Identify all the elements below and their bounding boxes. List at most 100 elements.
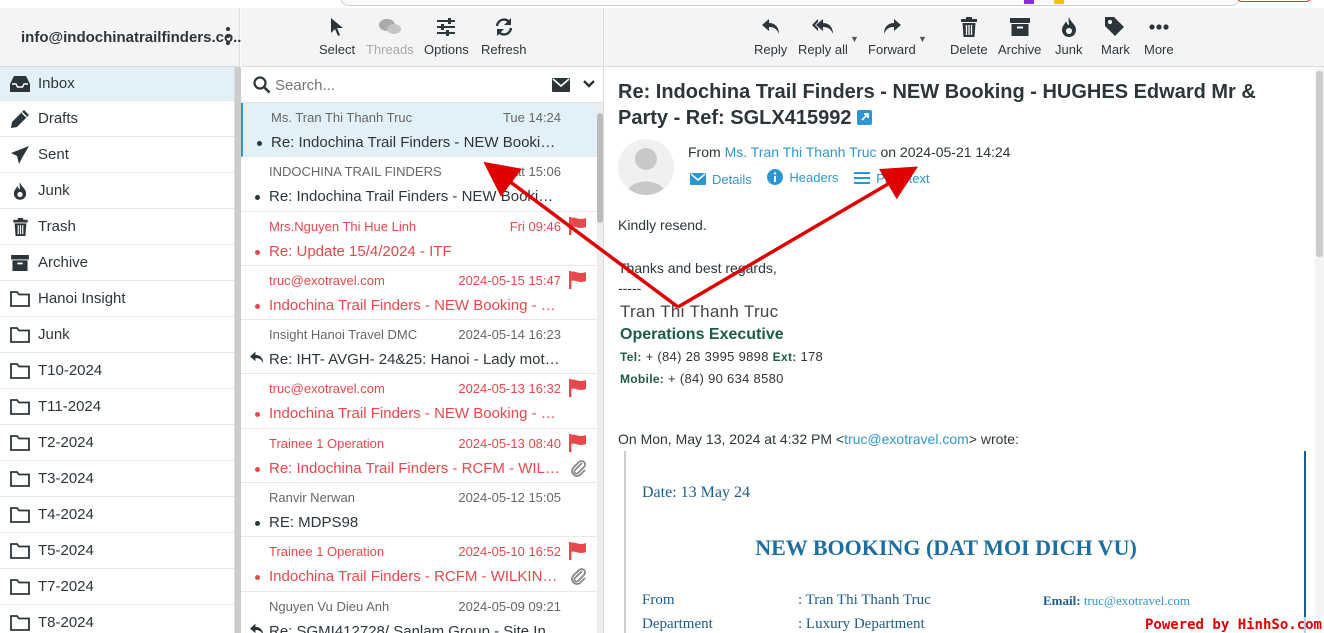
junk-button[interactable]: Junk	[1055, 16, 1082, 57]
flag-icon[interactable]	[569, 433, 587, 455]
folder-item[interactable]: Trash	[0, 209, 234, 245]
refresh-label: Refresh	[481, 42, 527, 57]
message-row[interactable]: INDOCHINA TRAIL FINDERS Sat 15:06 Re: Indo…	[241, 157, 597, 212]
message-subject: Indochina Trail Finders - NEW Booking - …	[269, 405, 561, 423]
message-row[interactable]: Trainee 1 Operation 2024-05-10 16:52 Indoc…	[241, 537, 597, 592]
delete-button[interactable]: Delete	[950, 16, 988, 57]
forward-button[interactable]: Forward	[868, 16, 916, 57]
message-date: 2024-05-09 09:21	[458, 598, 561, 614]
folder-label: T5-2024	[38, 542, 94, 559]
flag-icon[interactable]	[569, 270, 587, 292]
reply-all-dropdown-icon[interactable]: ▼	[850, 34, 859, 44]
flag-icon[interactable]	[569, 379, 587, 400]
tel-label: Tel:	[620, 350, 642, 364]
options-label: Options	[424, 42, 469, 57]
folder-item[interactable]: Inbox	[0, 67, 234, 101]
more-button[interactable]: More	[1144, 16, 1174, 57]
folder-item[interactable]: T10-2024	[0, 353, 234, 389]
search-bar	[241, 67, 603, 103]
subject-text: Re: Indochina Trail Finders - NEW Bookin…	[618, 81, 1256, 129]
chevron-down-icon[interactable]	[583, 79, 595, 89]
message-date: Sat 15:06	[505, 164, 561, 180]
folder-label: T4-2024	[38, 506, 94, 523]
browser-button[interactable]	[1236, 0, 1312, 2]
folder-icon	[10, 434, 30, 452]
message-row[interactable]: Ms. Tran Thi Thanh Truc Tue 14:24 Re: Indo…	[241, 103, 597, 158]
message-subject: RE: MDPS98	[269, 514, 359, 532]
quote-date: Date: 13 May 24	[642, 484, 750, 501]
quote-attribution: On Mon, May 13, 2024 at 4:32 PM <truc@ex…	[618, 431, 1019, 447]
archive-label: Archive	[998, 42, 1042, 57]
folder-item[interactable]: Hanoi Insight	[0, 281, 234, 317]
options-button[interactable]: Options	[424, 16, 469, 57]
archive-box-icon	[10, 254, 30, 272]
message-row[interactable]: truc@exotravel.com 2024-05-15 15:47 Indoch…	[241, 266, 597, 321]
message-view-scrollbar[interactable]	[1315, 67, 1324, 633]
threads-button[interactable]: Threads	[366, 16, 414, 57]
folder-item[interactable]: T3-2024	[0, 461, 234, 497]
message-subject: Indochina Trail Finders - NEW Booking - …	[269, 296, 561, 314]
signature-phone: Tel: + (84) 28 3995 9898 Ext: 178	[620, 349, 823, 364]
quote-sender-link[interactable]: truc@exotravel.com	[844, 431, 969, 447]
folder-item[interactable]: T4-2024	[0, 497, 234, 533]
message-row[interactable]: Insight Hanoi Travel DMC 2024-05-14 16:23…	[241, 320, 597, 375]
sliders-icon	[437, 18, 456, 36]
open-in-new-window-icon[interactable]	[857, 106, 873, 132]
message-row[interactable]: Nguyen Vu Dieu Anh 2024-05-09 09:21 Re: SG…	[241, 592, 597, 633]
message-sender: Trainee 1 Operation	[269, 435, 385, 451]
body-line: Kindly resend.	[618, 217, 707, 233]
message-from-line: From Ms. Tran Thi Thanh Truc on 2024-05-…	[688, 144, 1010, 160]
quote-intro-suffix: > wrote:	[968, 431, 1019, 447]
folder-item[interactable]: T2-2024	[0, 425, 234, 461]
replied-icon	[249, 351, 265, 368]
folder-item[interactable]: Junk	[0, 317, 234, 353]
message-row[interactable]: Trainee 1 Operation 2024-05-13 08:40 Re: I…	[241, 429, 597, 484]
flag-icon[interactable]	[569, 542, 587, 563]
mark-button[interactable]: Mark	[1101, 16, 1130, 57]
extension-icon[interactable]	[1054, 0, 1064, 4]
folder-item[interactable]: Sent	[0, 137, 234, 173]
folder-label: Archive	[38, 254, 89, 271]
account-header: info@indochinatrailfinders.co...	[0, 8, 246, 67]
headers-link[interactable]: Headers	[767, 169, 839, 185]
account-email[interactable]: info@indochinatrailfinders.co...	[21, 29, 246, 46]
folder-item[interactable]: T8-2024	[0, 605, 234, 633]
forward-dropdown-icon[interactable]: ▼	[918, 34, 927, 44]
quote-email-link[interactable]: truc@exotravel.com	[1084, 593, 1190, 608]
folder-item[interactable]: T5-2024	[0, 533, 234, 569]
message-row[interactable]: Mrs.Nguyen Thi Hue Linh Fri 09:46 Re: Upda…	[241, 212, 597, 266]
archive-button[interactable]: Archive	[998, 16, 1041, 57]
cursor-icon	[331, 18, 344, 36]
extension-icon[interactable]	[1024, 0, 1034, 4]
folder-item[interactable]: Junk	[0, 173, 234, 209]
folder-label: T3-2024	[38, 470, 94, 487]
folder-icon	[10, 578, 30, 596]
reply-all-icon	[811, 19, 833, 34]
search-icon[interactable]	[253, 76, 271, 94]
folder-item[interactable]: Drafts	[0, 101, 234, 137]
details-link[interactable]: Details	[690, 172, 752, 187]
search-input[interactable]	[275, 73, 525, 97]
message-row[interactable]: truc@exotravel.com 2024-05-13 16:32 Indoch…	[241, 374, 597, 429]
message-sender: Nguyen Vu Dieu Anh	[269, 598, 390, 614]
message-sender: truc@exotravel.com	[269, 381, 385, 397]
flag-icon[interactable]	[569, 216, 587, 238]
threads-label: Threads	[366, 42, 414, 57]
folder-item[interactable]: T7-2024	[0, 569, 234, 605]
plain-text-link[interactable]: Plain text	[854, 171, 930, 186]
message-row[interactable]: Ranvir Nerwan 2024-05-12 15:05 RE: MDPS98	[241, 483, 597, 538]
message-sender: Mrs.Nguyen Thi Hue Linh	[269, 218, 417, 234]
account-menu-icon[interactable]	[224, 27, 232, 47]
envelope-icon[interactable]	[552, 78, 570, 92]
unread-dot-icon	[255, 521, 260, 527]
select-button[interactable]: Select	[319, 16, 355, 57]
sender-link[interactable]: Ms. Tran Thi Thanh Truc	[725, 144, 877, 160]
reply-button[interactable]: Reply	[754, 16, 787, 57]
replied-icon	[249, 623, 265, 633]
mobile-value: + (84) 90 634 8580	[668, 371, 784, 386]
folder-item[interactable]: Archive	[0, 245, 234, 281]
quote-email: Email: truc@exotravel.com	[1043, 593, 1190, 609]
refresh-button[interactable]: Refresh	[481, 16, 527, 57]
folder-item[interactable]: T11-2024	[0, 389, 234, 425]
reply-all-button[interactable]: Reply all	[798, 16, 848, 57]
